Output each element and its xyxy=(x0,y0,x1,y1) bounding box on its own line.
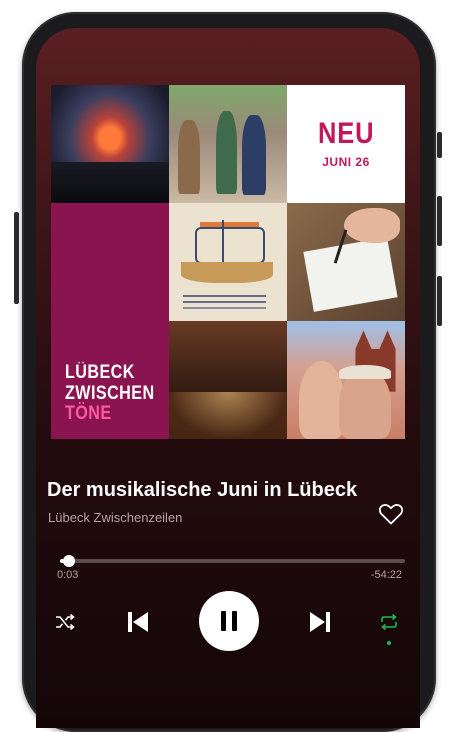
cover-brand-logo: LÜBECK ZWISCHEN TÖNE xyxy=(65,363,155,425)
heart-outline-icon xyxy=(378,504,404,525)
cover-photo-hosts xyxy=(287,321,405,439)
cover-ship-drawing xyxy=(169,203,287,321)
progress-bar[interactable] xyxy=(60,555,405,567)
cover-new-badge: NEU JUNI 26 xyxy=(287,85,405,203)
phone-power-button xyxy=(437,132,442,158)
repeat-button[interactable] xyxy=(377,610,401,634)
skip-next-icon xyxy=(310,612,330,632)
brand-line-3: TÖNE xyxy=(65,403,112,425)
repeat-active-indicator xyxy=(387,641,391,645)
phone-side-button xyxy=(437,196,442,246)
like-button[interactable] xyxy=(378,502,404,526)
elapsed-time: 0:03 xyxy=(57,569,79,581)
repeat-icon xyxy=(381,613,397,631)
cover-photo-drawing-hand xyxy=(287,203,405,321)
remaining-time: -54:22 xyxy=(370,569,402,581)
brand-line-2: ZWISCHEN xyxy=(65,382,155,404)
shuffle-button[interactable] xyxy=(53,610,77,634)
cover-new-title: NEU xyxy=(317,117,375,150)
player-screen: NEU JUNI 26 LÜBECK ZWISCHEN TÖNE Der mus… xyxy=(36,28,420,728)
track-artist[interactable]: Lübeck Zwischenzeilen xyxy=(48,510,182,525)
cover-photo-orchestra xyxy=(169,321,287,439)
brand-line-1: LÜBECK xyxy=(65,362,135,384)
cover-photo-dancers xyxy=(169,85,287,203)
phone-side-button-2 xyxy=(437,276,442,326)
album-cover: NEU JUNI 26 LÜBECK ZWISCHEN TÖNE xyxy=(51,85,405,439)
track-title: Der musikalische Juni in Lübeck xyxy=(47,479,358,501)
shuffle-icon xyxy=(56,613,75,631)
next-track-button[interactable] xyxy=(306,607,334,637)
progress-handle[interactable] xyxy=(62,555,75,567)
cover-new-date: JUNI 26 xyxy=(322,155,370,169)
play-pause-button[interactable] xyxy=(199,591,259,651)
previous-track-button[interactable] xyxy=(124,607,152,637)
skip-previous-icon xyxy=(128,612,148,632)
cover-photo-concert xyxy=(51,85,169,203)
phone-volume-button xyxy=(14,212,19,304)
pause-icon xyxy=(221,611,237,631)
cover-brand-panel: LÜBECK ZWISCHEN TÖNE xyxy=(51,203,169,439)
